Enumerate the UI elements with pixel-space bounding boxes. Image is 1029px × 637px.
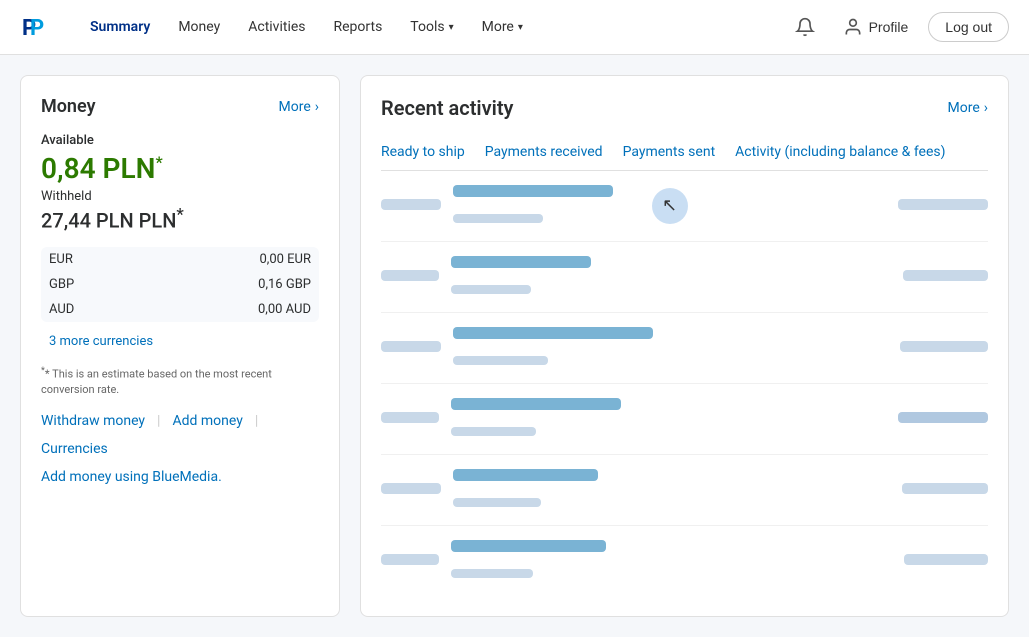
- row-info: ↖: [453, 185, 886, 227]
- user-icon: [843, 17, 863, 37]
- more-chevron-icon: ▾: [518, 22, 523, 33]
- row-date: [381, 198, 441, 214]
- header: P P Summary Money Activities Reports Too…: [0, 0, 1029, 55]
- nav-tools[interactable]: Tools ▾: [398, 11, 465, 43]
- activity-header: Recent activity More ›: [381, 96, 988, 120]
- table-row: [381, 313, 988, 384]
- withheld-label: Withheld: [41, 189, 319, 204]
- nav-money[interactable]: Money: [166, 11, 232, 43]
- row-info: [453, 327, 888, 369]
- more-currencies-link[interactable]: 3 more currencies: [41, 330, 319, 353]
- tools-chevron-icon: ▾: [449, 22, 454, 33]
- row-amount: [898, 411, 988, 427]
- table-row: ↖: [381, 171, 988, 242]
- row-date: [381, 340, 441, 356]
- cursor-highlight: ↖: [652, 188, 688, 224]
- action-links: Withdraw money | Add money | Currencies: [41, 413, 319, 457]
- activity-title: Recent activity: [381, 96, 513, 120]
- activity-tabs: Ready to ship Payments received Payments…: [381, 136, 988, 171]
- row-amount: [903, 269, 988, 285]
- nav-summary[interactable]: Summary: [78, 11, 162, 43]
- currency-code-aud: AUD: [41, 297, 145, 322]
- currency-amount-aud: 0,00 AUD: [145, 297, 319, 322]
- notification-bell-button[interactable]: [787, 9, 823, 45]
- currency-table: EUR 0,00 EUR GBP 0,16 GBP AUD 0,00 AUD: [41, 247, 319, 322]
- tab-activity-including[interactable]: Activity (including balance & fees): [735, 136, 945, 170]
- withdraw-money-link[interactable]: Withdraw money: [41, 413, 145, 429]
- currency-code-gbp: GBP: [41, 272, 145, 297]
- activity-list: ↖: [381, 171, 988, 596]
- tab-payments-sent[interactable]: Payments sent: [623, 136, 716, 170]
- row-amount: [900, 340, 988, 356]
- profile-button[interactable]: Profile: [833, 11, 919, 43]
- money-panel-title: Money: [41, 96, 96, 117]
- tab-ready-to-ship[interactable]: Ready to ship: [381, 136, 465, 170]
- money-more-link[interactable]: More ›: [279, 99, 319, 115]
- nav-links: Summary Money Activities Reports Tools ▾…: [78, 11, 787, 43]
- bluemedia-row: Add money using BlueMedia.: [41, 469, 319, 485]
- currency-code-eur: EUR: [41, 247, 145, 272]
- header-right: Profile Log out: [787, 9, 1009, 45]
- nav-activities[interactable]: Activities: [236, 11, 317, 43]
- add-money-link[interactable]: Add money: [172, 413, 242, 429]
- nav-more[interactable]: More ▾: [470, 11, 535, 43]
- row-amount: [898, 198, 988, 214]
- bluemedia-link[interactable]: Add money using BlueMedia.: [41, 469, 222, 485]
- available-label: Available: [41, 133, 319, 148]
- action-sep-2: |: [255, 413, 258, 429]
- withheld-amount: 27,44 PLN PLN*: [41, 206, 319, 233]
- row-date: [381, 553, 439, 569]
- table-row: [381, 526, 988, 596]
- disclaimer-text: ** This is an estimate based on the most…: [41, 365, 319, 397]
- action-sep-1: |: [157, 413, 160, 429]
- table-row: [381, 455, 988, 526]
- money-panel-header: Money More ›: [41, 96, 319, 117]
- currency-row-gbp: GBP 0,16 GBP: [41, 272, 319, 297]
- activity-more-link[interactable]: More ›: [948, 100, 988, 116]
- withheld-asterisk: *: [176, 206, 183, 225]
- row-amount: [902, 482, 988, 498]
- activity-more-chevron-icon: ›: [984, 100, 988, 116]
- row-info: [451, 256, 891, 298]
- logo-area: P P: [20, 11, 58, 43]
- bell-icon: [795, 17, 815, 37]
- row-date: [381, 482, 441, 498]
- currency-amount-eur: 0,00 EUR: [145, 247, 319, 272]
- activity-panel: Recent activity More › Ready to ship Pay…: [360, 75, 1009, 617]
- currency-amount-gbp: 0,16 GBP: [145, 272, 319, 297]
- tab-payments-received[interactable]: Payments received: [485, 136, 603, 170]
- money-panel: Money More › Available 0,84 PLN* Withhel…: [20, 75, 340, 617]
- table-row: [381, 384, 988, 455]
- logout-button[interactable]: Log out: [928, 12, 1009, 42]
- currencies-link[interactable]: Currencies: [41, 441, 108, 457]
- profile-label: Profile: [869, 19, 909, 35]
- row-info: [451, 398, 886, 440]
- svg-text:P: P: [30, 16, 44, 41]
- currency-row-aud: AUD 0,00 AUD: [41, 297, 319, 322]
- row-date: [381, 411, 439, 427]
- main-content: Money More › Available 0,84 PLN* Withhel…: [0, 55, 1029, 637]
- row-info: [451, 540, 892, 582]
- cursor-icon: ↖: [662, 197, 677, 215]
- balance-asterisk: *: [155, 153, 162, 172]
- balance-amount: 0,84 PLN*: [41, 152, 319, 185]
- nav-reports[interactable]: Reports: [322, 11, 395, 43]
- row-amount: [904, 553, 988, 569]
- money-more-chevron-icon: ›: [315, 99, 319, 115]
- currency-row-eur: EUR 0,00 EUR: [41, 247, 319, 272]
- row-info: [453, 469, 890, 511]
- paypal-logo-icon: P P: [20, 11, 52, 43]
- table-row: [381, 242, 988, 313]
- row-date: [381, 269, 439, 285]
